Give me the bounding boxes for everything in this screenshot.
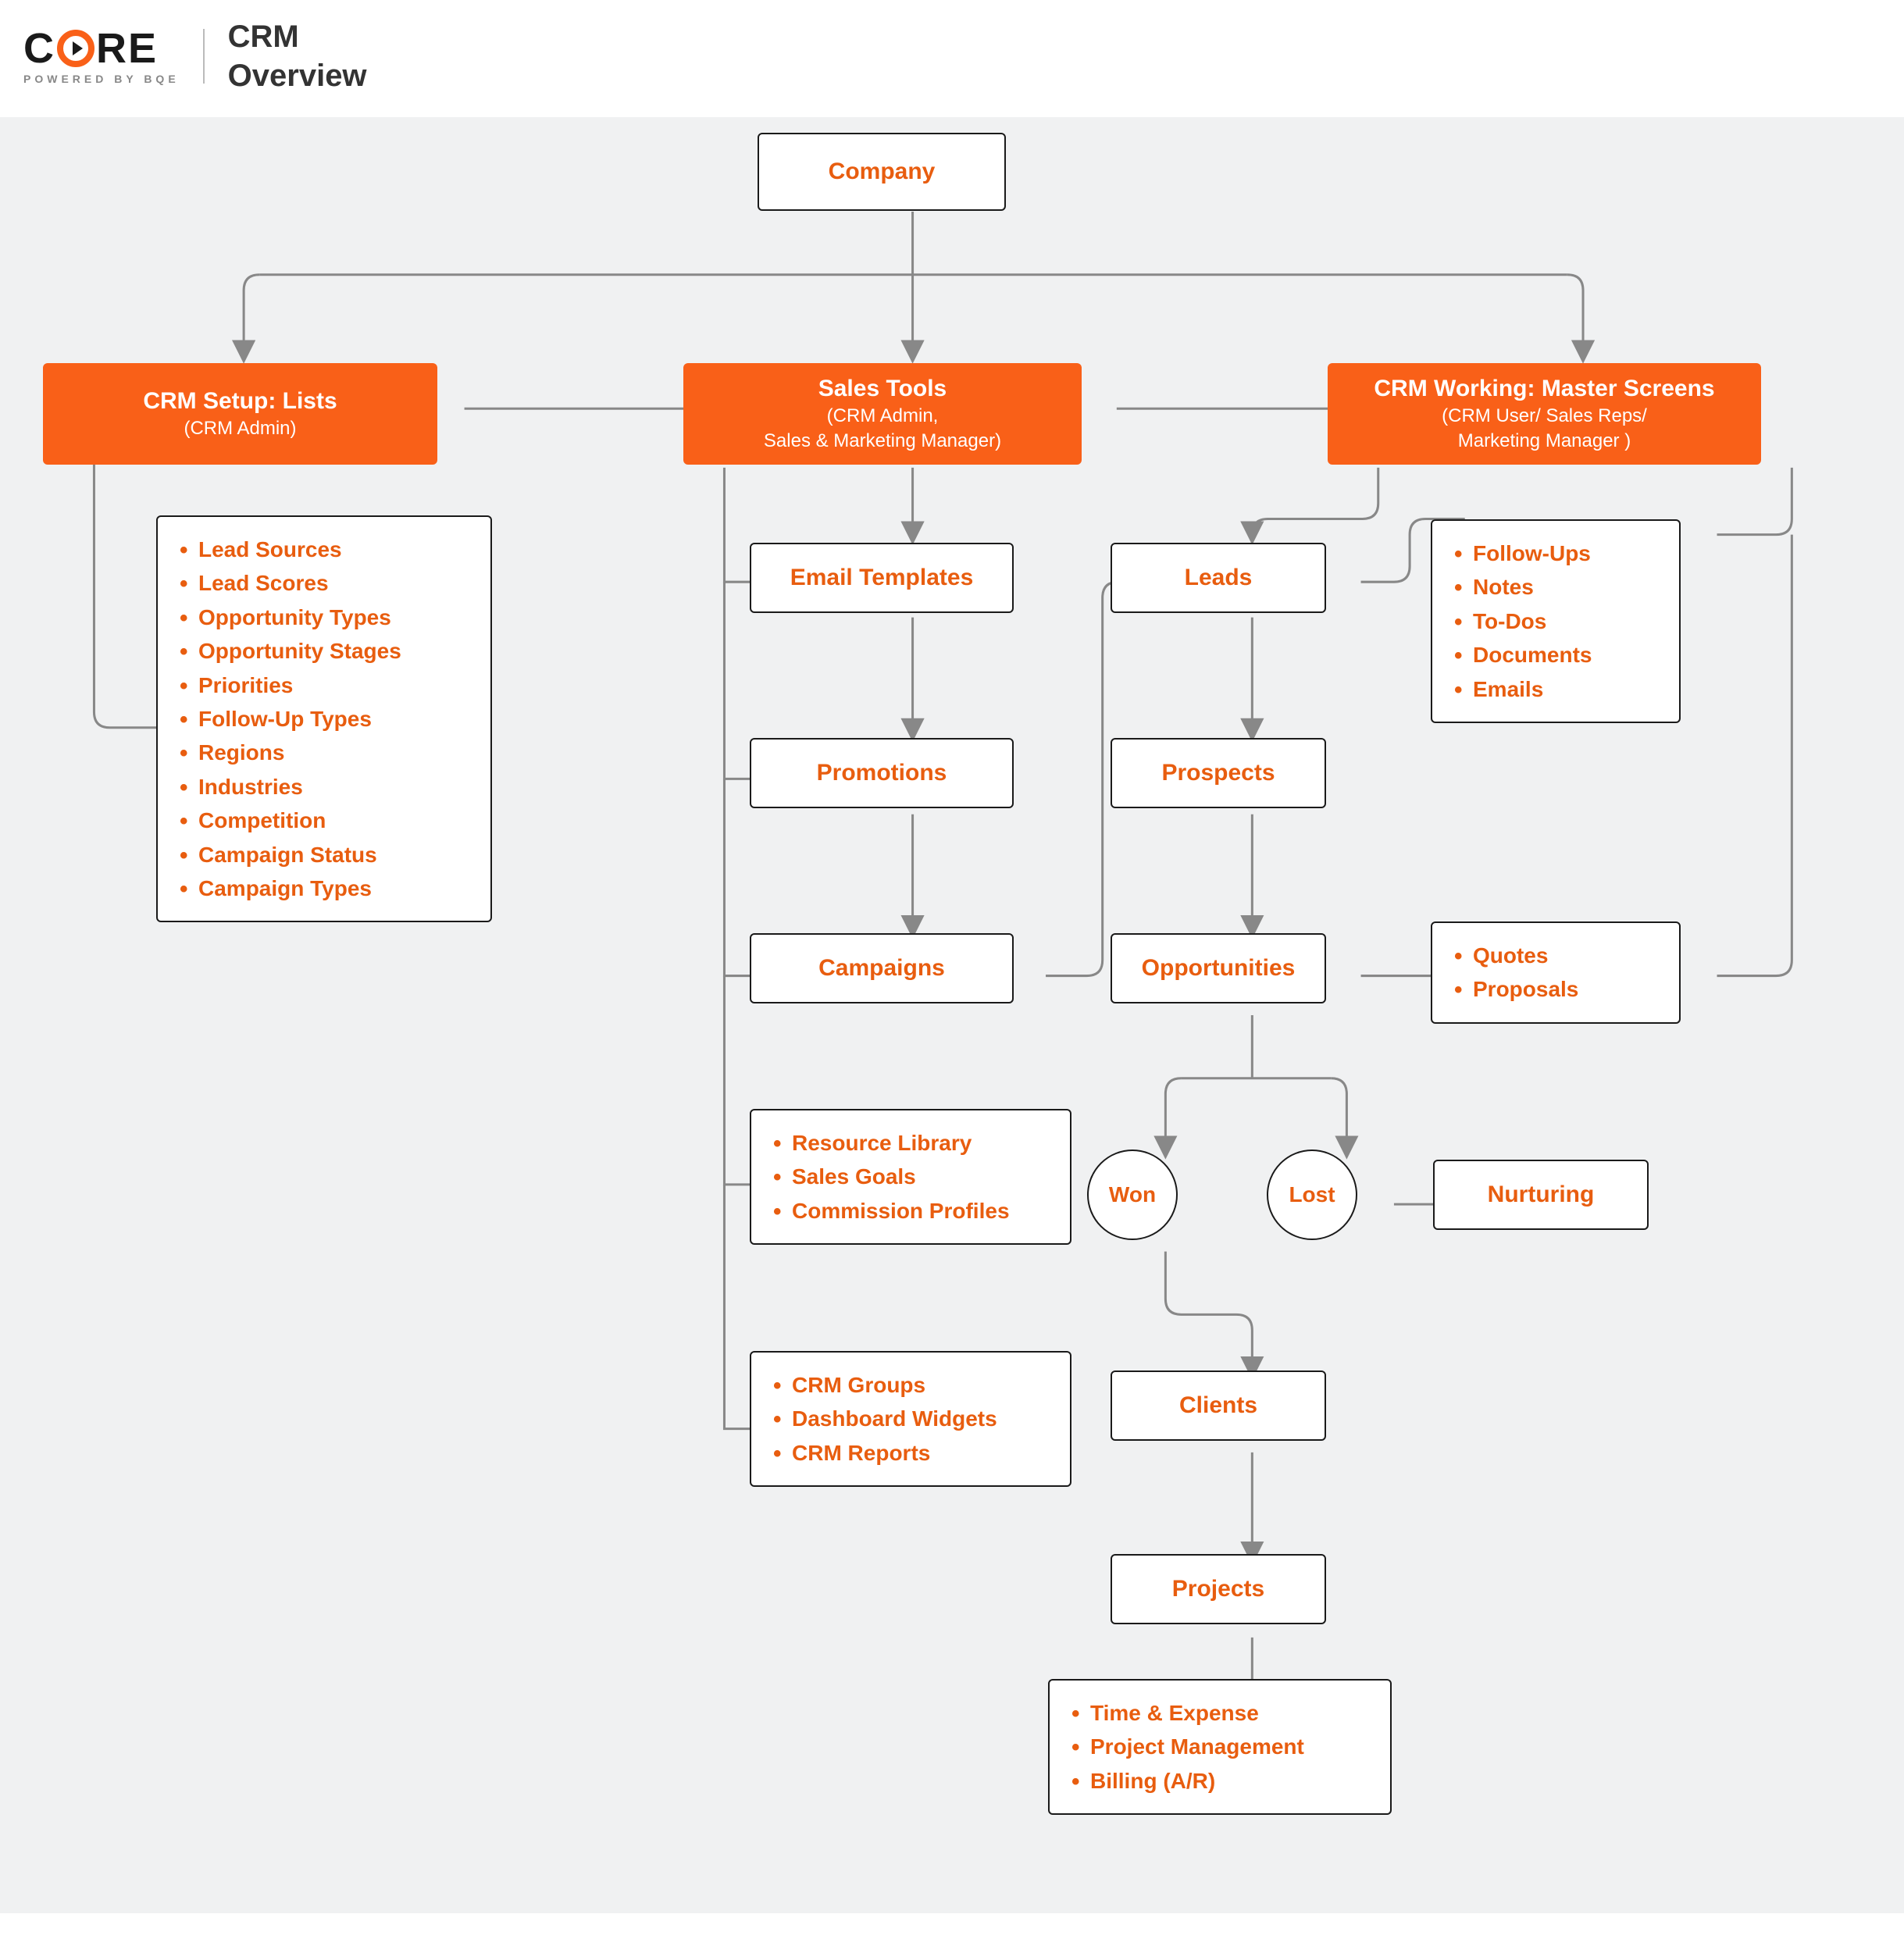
node-email-templates: Email Templates	[750, 543, 1014, 613]
list-sales-reports-items: CRM GroupsDashboard WidgetsCRM Reports	[770, 1368, 1048, 1470]
node-sales-tools: Sales Tools (CRM Admin, Sales & Marketin…	[683, 363, 1082, 465]
logo: C RE POWERED BY BQE	[23, 27, 180, 85]
node-working-title: CRM Working: Master Screens	[1374, 376, 1714, 402]
node-opportunities-label: Opportunities	[1142, 955, 1296, 982]
list-item: Opportunity Types	[176, 601, 469, 634]
list-item: Regions	[176, 736, 469, 769]
node-company: Company	[758, 133, 1006, 211]
title-line2: Overview	[228, 56, 367, 95]
list-working-actions: Follow-UpsNotesTo-DosDocumentsEmails	[1431, 519, 1681, 723]
node-crm-working: CRM Working: Master Screens (CRM User/ S…	[1328, 363, 1761, 465]
list-working-proposals-items: QuotesProposals	[1451, 939, 1657, 1007]
list-crm-setup: Lead SourcesLead ScoresOpportunity Types…	[156, 515, 492, 922]
logo-letters-re: RE	[96, 27, 158, 70]
list-projects-items: Time & ExpenseProject ManagementBilling …	[1068, 1696, 1368, 1798]
list-item: Campaign Types	[176, 871, 469, 905]
node-prospects-label: Prospects	[1161, 760, 1275, 786]
node-working-sub1: (CRM User/ Sales Reps/	[1442, 405, 1647, 427]
list-item: Opportunity Stages	[176, 634, 469, 668]
node-sales-title: Sales Tools	[818, 376, 947, 402]
list-item: CRM Reports	[770, 1436, 1048, 1470]
node-prospects: Prospects	[1111, 738, 1326, 808]
node-email-label: Email Templates	[790, 565, 974, 591]
list-sales-resources: Resource LibrarySales GoalsCommission Pr…	[750, 1109, 1071, 1245]
list-item: Project Management	[1068, 1730, 1368, 1763]
node-crm-setup-sub: (CRM Admin)	[184, 418, 296, 440]
list-item: Time & Expense	[1068, 1696, 1368, 1730]
list-item: Follow-Up Types	[176, 702, 469, 736]
list-working-proposals: QuotesProposals	[1431, 921, 1681, 1024]
list-item: Lead Scores	[176, 566, 469, 600]
node-company-label: Company	[829, 159, 936, 185]
node-won: Won	[1087, 1149, 1178, 1240]
node-nurturing-label: Nurturing	[1488, 1182, 1595, 1208]
node-campaigns-label: Campaigns	[818, 955, 945, 982]
node-lost: Lost	[1267, 1149, 1357, 1240]
list-item: Billing (A/R)	[1068, 1764, 1368, 1798]
list-item: Documents	[1451, 638, 1657, 672]
list-item: Dashboard Widgets	[770, 1402, 1048, 1435]
node-lost-label: Lost	[1289, 1182, 1335, 1207]
node-promotions: Promotions	[750, 738, 1014, 808]
node-leads-label: Leads	[1185, 565, 1253, 591]
node-projects-label: Projects	[1172, 1576, 1264, 1602]
list-item: CRM Groups	[770, 1368, 1048, 1402]
list-item: Industries	[176, 770, 469, 804]
header-divider	[203, 29, 205, 84]
title-line1: CRM	[228, 17, 367, 56]
list-projects: Time & ExpenseProject ManagementBilling …	[1048, 1679, 1392, 1815]
list-item: Quotes	[1451, 939, 1657, 972]
list-item: Priorities	[176, 668, 469, 702]
list-item: Commission Profiles	[770, 1194, 1048, 1228]
list-item: Lead Sources	[176, 533, 469, 566]
node-nurturing: Nurturing	[1433, 1160, 1649, 1230]
logo-letter-c: C	[23, 27, 55, 70]
node-opportunities: Opportunities	[1111, 933, 1326, 1003]
node-sales-sub2: Sales & Marketing Manager)	[764, 430, 1001, 452]
list-item: Follow-Ups	[1451, 536, 1657, 570]
node-clients-label: Clients	[1179, 1392, 1257, 1419]
list-sales-reports: CRM GroupsDashboard WidgetsCRM Reports	[750, 1351, 1071, 1487]
page-title: CRM Overview	[228, 17, 367, 95]
page-header: C RE POWERED BY BQE CRM Overview	[0, 0, 1904, 117]
node-crm-setup: CRM Setup: Lists (CRM Admin)	[43, 363, 437, 465]
list-item: Competition	[176, 804, 469, 837]
list-item: Notes	[1451, 570, 1657, 604]
node-sales-sub1: (CRM Admin,	[827, 405, 939, 427]
node-working-sub2: Marketing Manager )	[1458, 430, 1631, 452]
diagram-canvas: Company CRM Setup: Lists (CRM Admin) Sal…	[0, 117, 1904, 1913]
node-campaigns: Campaigns	[750, 933, 1014, 1003]
list-sales-resources-items: Resource LibrarySales GoalsCommission Pr…	[770, 1126, 1048, 1228]
node-promotions-label: Promotions	[817, 760, 947, 786]
list-item: Campaign Status	[176, 838, 469, 871]
node-clients: Clients	[1111, 1370, 1326, 1441]
list-item: Resource Library	[770, 1126, 1048, 1160]
list-crm-setup-items: Lead SourcesLead ScoresOpportunity Types…	[176, 533, 469, 905]
list-item: Sales Goals	[770, 1160, 1048, 1193]
node-leads: Leads	[1111, 543, 1326, 613]
list-working-actions-items: Follow-UpsNotesTo-DosDocumentsEmails	[1451, 536, 1657, 706]
node-won-label: Won	[1109, 1182, 1156, 1207]
list-item: Emails	[1451, 672, 1657, 706]
node-projects: Projects	[1111, 1554, 1326, 1624]
list-item: To-Dos	[1451, 604, 1657, 638]
logo-subtitle: POWERED BY BQE	[23, 73, 180, 85]
list-item: Proposals	[1451, 972, 1657, 1006]
logo-o-icon	[57, 30, 94, 67]
node-crm-setup-title: CRM Setup: Lists	[143, 388, 337, 415]
